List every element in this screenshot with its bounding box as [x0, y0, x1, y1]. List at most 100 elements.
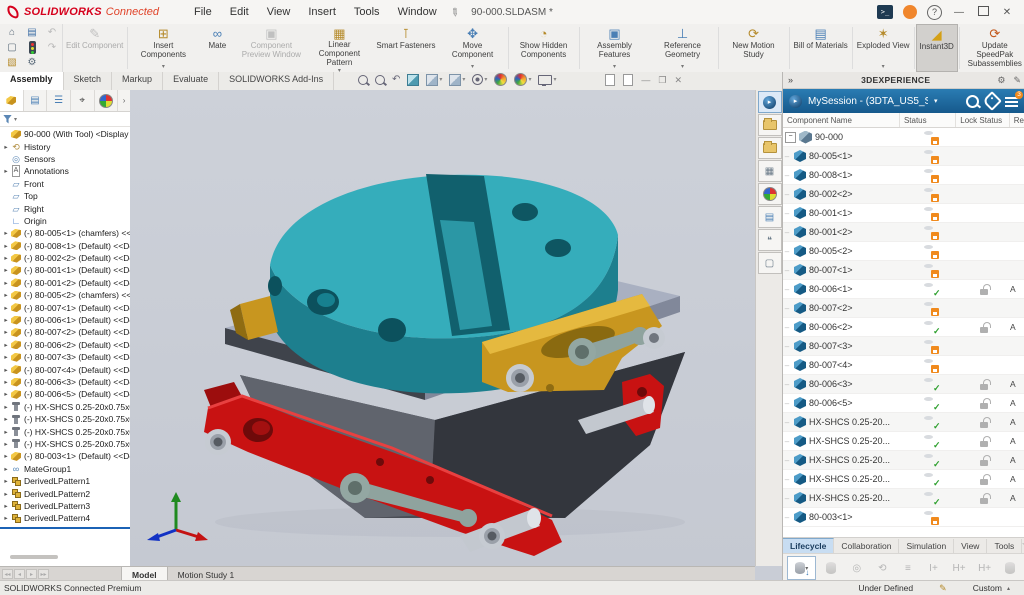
- column-status[interactable]: Status: [900, 113, 956, 127]
- dropdown-arrow-icon[interactable]: ▾: [882, 64, 885, 71]
- panel-tab-lifecycle[interactable]: Lifecycle: [783, 538, 834, 553]
- first-tab-icon[interactable]: ◂◂: [2, 569, 13, 579]
- filter-icon[interactable]: [3, 115, 12, 124]
- panel-settings-icon[interactable]: ⚙: [993, 75, 1009, 86]
- tree-item[interactable]: ▸(-) 80-008<1> (Default) <<Default: [0, 240, 130, 252]
- tab-markup[interactable]: Markup: [112, 72, 163, 90]
- expander-icon[interactable]: ▸: [2, 316, 10, 324]
- section-view-icon[interactable]: [407, 74, 419, 86]
- tree-item[interactable]: ▸(-) HX-SHCS 0.25-20x0.75x0.75-N: [0, 401, 130, 413]
- design-library-tab[interactable]: [758, 114, 782, 136]
- expander-icon[interactable]: ▸: [2, 353, 10, 361]
- tab-evaluate[interactable]: Evaluate: [163, 72, 219, 90]
- menu-insert[interactable]: Insert: [299, 3, 345, 21]
- panel-tab-tools[interactable]: Tools: [987, 539, 1022, 553]
- close-button[interactable]: ✕: [1000, 7, 1014, 18]
- assembly-features-button[interactable]: ▣Assembly Features▾: [581, 24, 649, 72]
- dropdown-arrow-icon[interactable]: ▾: [681, 64, 684, 71]
- tree-item[interactable]: ▸(-) 80-007<1> (Default) <<Default: [0, 301, 130, 313]
- expander-icon[interactable]: ▸: [2, 304, 10, 312]
- collapse-icon[interactable]: −: [785, 132, 796, 143]
- expander-icon[interactable]: ▸: [2, 390, 10, 398]
- next-tab-icon[interactable]: ▸: [26, 569, 37, 579]
- component-row[interactable]: –80-007<4>: [783, 356, 1024, 375]
- panel-pin-icon[interactable]: ✎: [1009, 75, 1024, 86]
- linear-component-pattern-button[interactable]: ▦Linear Component Pattern▾: [305, 24, 373, 72]
- tree-item[interactable]: ▸(-) 80-005<1> (chamfers) <<Defa: [0, 227, 130, 239]
- component-row[interactable]: –80-005<2>: [783, 242, 1024, 261]
- forum-tab[interactable]: ❝: [758, 229, 782, 251]
- home-icon[interactable]: ⌂: [9, 28, 15, 38]
- tree-item[interactable]: ▸(-) 80-005<2> (chamfers) <<Defa: [0, 289, 130, 301]
- packaging-tab[interactable]: ▢: [758, 252, 782, 274]
- view-orientation-icon[interactable]: ▾: [426, 74, 442, 86]
- menu-tools[interactable]: Tools: [345, 3, 389, 21]
- component-row[interactable]: –HX-SHCS 0.25-20...✓A: [783, 489, 1024, 508]
- zoom-to-fit-icon[interactable]: [358, 75, 368, 85]
- tag-icon[interactable]: [982, 91, 1002, 111]
- tree-item[interactable]: ◎Sensors: [0, 153, 130, 165]
- expander-icon[interactable]: ▸: [2, 452, 10, 460]
- prev-tab-icon[interactable]: ◂: [14, 569, 25, 579]
- insert-components-button[interactable]: ⊞Insert Components▾: [129, 24, 197, 72]
- panel-search-icon[interactable]: [966, 95, 979, 108]
- tree-item[interactable]: ▸(-) HX-SHCS 0.25-20x0.75x0.75-N: [0, 425, 130, 437]
- expand-panel-icon[interactable]: »: [783, 75, 798, 85]
- save-to-3dexperience-button[interactable]: ▾: [787, 556, 816, 580]
- expander-icon[interactable]: ▸: [2, 378, 10, 386]
- expander-icon[interactable]: ▸: [2, 465, 10, 473]
- console-icon[interactable]: >_: [877, 5, 893, 19]
- session-dropdown-icon[interactable]: ▾: [934, 97, 938, 105]
- zoom-to-area-icon[interactable]: [375, 75, 385, 85]
- propertymanager-tab[interactable]: ▤: [24, 90, 48, 111]
- tree-item[interactable]: ▸(-) HX-SHCS 0.25-20x0.75x0.75-N: [0, 438, 130, 450]
- component-row[interactable]: –80-007<1>: [783, 261, 1024, 280]
- expander-icon[interactable]: ▸: [2, 167, 10, 175]
- graphics-viewport[interactable]: [130, 90, 755, 566]
- menu-edit[interactable]: Edit: [221, 3, 258, 21]
- model-tab-motion-study-1[interactable]: Motion Study 1: [168, 567, 245, 581]
- expander-icon[interactable]: ▸: [2, 490, 10, 498]
- rollback-bar[interactable]: [0, 527, 130, 529]
- dimxpertmanager-tab[interactable]: ⌖: [71, 90, 95, 111]
- custom-properties-tab[interactable]: ▤: [758, 206, 782, 228]
- tree-item[interactable]: ▸(-) 80-007<3> (Default) <<Default: [0, 351, 130, 363]
- expander-icon[interactable]: ▸: [2, 403, 10, 411]
- tree-item[interactable]: ▱Top: [0, 190, 130, 202]
- model-tab-model[interactable]: Model: [121, 567, 168, 581]
- expander-icon[interactable]: ▸: [2, 143, 10, 151]
- file-explorer-tab[interactable]: [758, 137, 782, 159]
- next-document-icon[interactable]: [623, 74, 633, 86]
- smart-fasteners-button[interactable]: ⊺Smart Fasteners: [373, 24, 438, 72]
- column-revision[interactable]: Re: [1010, 113, 1024, 127]
- exploded-view-button[interactable]: ✶Exploded View▾: [854, 24, 913, 72]
- tab-assembly[interactable]: Assembly: [0, 72, 64, 90]
- instant3d-button[interactable]: ◢Instant3D: [916, 24, 958, 72]
- expander-icon[interactable]: ▸: [2, 428, 10, 436]
- tab-solidworks-add-ins[interactable]: SOLIDWORKS Add-Ins: [219, 72, 334, 90]
- filter-dropdown-icon[interactable]: ▾: [14, 116, 17, 123]
- bill-of-materials-button[interactable]: ▤Bill of Materials: [791, 24, 851, 72]
- panel-tab-view[interactable]: View: [954, 539, 987, 553]
- tree-item[interactable]: ▸(-) 80-007<2> (Default) <<Default: [0, 326, 130, 338]
- expander-icon[interactable]: ▸: [2, 415, 10, 423]
- component-row[interactable]: –HX-SHCS 0.25-20...✓A: [783, 451, 1024, 470]
- component-row[interactable]: –80-001<2>: [783, 223, 1024, 242]
- 3dexperience-tab[interactable]: ▸: [758, 91, 782, 113]
- component-row[interactable]: –80-001<1>: [783, 204, 1024, 223]
- expander-icon[interactable]: ▸: [2, 229, 10, 237]
- tree-item[interactable]: ▸(-) 80-001<1> (Default) <<Default: [0, 264, 130, 276]
- panel-tab-simulation[interactable]: Simulation: [899, 539, 954, 553]
- previous-document-icon[interactable]: [605, 74, 615, 86]
- maximize-button[interactable]: [976, 6, 990, 19]
- edit-appearance-icon[interactable]: [494, 73, 507, 86]
- component-row[interactable]: –HX-SHCS 0.25-20...✓A: [783, 413, 1024, 432]
- save-icon[interactable]: ▤: [27, 28, 36, 38]
- tab-sketch[interactable]: Sketch: [64, 72, 113, 90]
- tree-root-item[interactable]: 90-000 (With Tool) <Display State-5>: [0, 128, 130, 140]
- menu-file[interactable]: File: [185, 3, 221, 21]
- view-palette-tab[interactable]: ▦: [758, 160, 782, 182]
- column-lock-status[interactable]: Lock Status: [956, 113, 1010, 127]
- tree-item[interactable]: ▸(-) 80-001<2> (Default) <<Default: [0, 277, 130, 289]
- component-row[interactable]: –HX-SHCS 0.25-20...✓A: [783, 432, 1024, 451]
